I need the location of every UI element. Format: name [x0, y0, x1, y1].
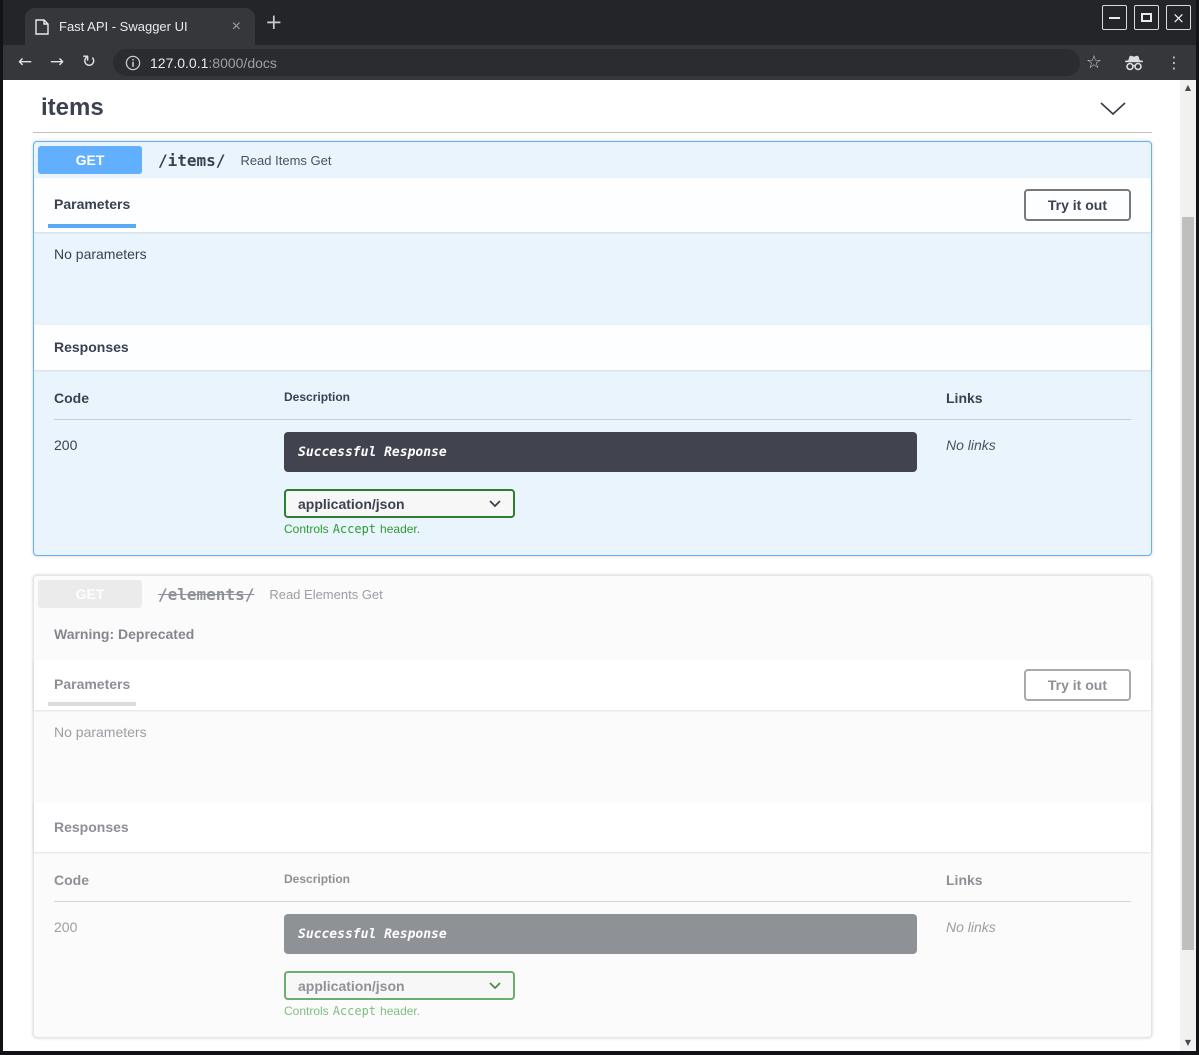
titlebar: Fast API - Swagger UI × + ×: [3, 0, 1196, 45]
minimize-icon: [1109, 17, 1120, 19]
response-description-cell: Successful Response application/json Con…: [284, 432, 946, 536]
response-row-200: 200 Successful Response application/json…: [54, 420, 1131, 536]
accept-note-suffix: header.: [380, 1004, 420, 1018]
new-tab-button[interactable]: +: [265, 10, 283, 34]
close-button[interactable]: ×: [1166, 5, 1191, 30]
response-row-200: 200 Successful Response application/json…: [54, 902, 1131, 1018]
response-links: No links: [946, 432, 1131, 536]
tab-close-icon[interactable]: ×: [228, 17, 245, 37]
url-host: 127.0.0.1: [150, 55, 208, 71]
accept-note-prefix: Controls: [284, 522, 329, 536]
operation-path: /elements/: [158, 585, 254, 604]
section-divider: [33, 132, 1152, 133]
opblock-get-elements-deprecated: GET /elements/ Read Elements Get Warning…: [33, 575, 1152, 1038]
back-button[interactable]: ←: [9, 54, 41, 71]
response-description-box: Successful Response: [284, 914, 917, 954]
response-description-cell: Successful Response application/json Con…: [284, 914, 946, 1018]
close-icon: ×: [1172, 9, 1185, 27]
swagger-content: items GET /items/ Read Items Get Paramet…: [33, 80, 1152, 1038]
browser-menu-icon[interactable]: ⋮: [1166, 53, 1182, 72]
opblock-get-items: GET /items/ Read Items Get Parameters Tr…: [33, 141, 1152, 556]
minimize-button[interactable]: [1102, 5, 1127, 30]
document-icon: [35, 19, 49, 35]
response-code: 200: [54, 914, 284, 1018]
toolbar-right: ☆ ⋮: [1086, 45, 1182, 80]
column-header-links: Links: [946, 390, 1131, 419]
column-header-description: Description: [284, 390, 946, 419]
browser-toolbar: ← → ↻ 127.0.0.1:8000/docs ☆ ⋮: [3, 45, 1196, 80]
deprecation-warning: Warning: Deprecated: [34, 612, 1151, 660]
column-header-code: Code: [54, 872, 284, 901]
accept-note-suffix: header.: [380, 522, 420, 536]
scrollbar-thumb[interactable]: [1182, 217, 1194, 950]
responses-table-head: Code Description Links: [54, 872, 1131, 901]
try-it-out-button[interactable]: Try it out: [1024, 669, 1131, 701]
select-chevron-icon: [489, 500, 501, 507]
responses-body: Code Description Links 200 Successful Re…: [34, 852, 1151, 1037]
reload-button[interactable]: ↻: [73, 54, 105, 71]
tab-parameters[interactable]: Parameters: [54, 196, 130, 214]
responses-header: Responses: [34, 802, 1151, 852]
no-parameters-text: No parameters: [34, 710, 1151, 802]
response-description-text: Successful Response: [298, 445, 447, 460]
operation-description: Read Elements Get: [269, 587, 382, 602]
select-chevron-icon: [489, 982, 501, 989]
response-description-text: Successful Response: [298, 927, 447, 942]
try-it-out-button[interactable]: Try it out: [1024, 189, 1131, 221]
column-header-links: Links: [946, 872, 1131, 901]
forward-button[interactable]: →: [41, 54, 73, 71]
page-content: items GET /items/ Read Items Get Paramet…: [3, 80, 1196, 1051]
window-controls: ×: [1102, 5, 1191, 30]
media-type-select[interactable]: application/json: [284, 971, 515, 1000]
method-badge: GET: [38, 580, 142, 608]
column-header-code: Code: [54, 390, 284, 419]
parameters-header: Parameters Try it out: [34, 178, 1151, 232]
scroll-up-icon[interactable]: ▲: [1180, 82, 1196, 94]
operation-summary[interactable]: GET /elements/ Read Elements Get: [34, 576, 1151, 612]
tab-title: Fast API - Swagger UI: [59, 19, 228, 34]
maximize-button[interactable]: [1134, 5, 1159, 30]
tab-parameters[interactable]: Parameters: [54, 676, 130, 694]
accept-header-note: Controls Accept header.: [284, 1004, 946, 1018]
responses-table-head: Code Description Links: [54, 390, 1131, 419]
media-type-value: application/json: [298, 978, 405, 994]
accept-header-note: Controls Accept header.: [284, 522, 946, 536]
bookmark-star-icon[interactable]: ☆: [1086, 52, 1102, 73]
accept-note-code: Accept: [333, 1004, 376, 1018]
no-parameters-text: No parameters: [34, 232, 1151, 325]
maximize-icon: [1141, 13, 1152, 22]
page-info-icon[interactable]: [125, 55, 141, 71]
method-badge: GET: [38, 146, 142, 174]
chevron-down-icon[interactable]: [1100, 102, 1126, 115]
active-tab-underline: [48, 702, 136, 706]
active-tab-underline: [48, 224, 136, 228]
operation-description: Read Items Get: [240, 153, 331, 168]
parameters-label: Parameters: [54, 676, 130, 692]
scroll-down-icon[interactable]: ▼: [1180, 1037, 1196, 1049]
url-path: :8000/docs: [208, 55, 277, 71]
operation-path: /items/: [158, 151, 225, 170]
incognito-icon[interactable]: [1122, 55, 1146, 71]
operation-summary[interactable]: GET /items/ Read Items Get: [34, 142, 1151, 178]
responses-body: Code Description Links 200 Successful Re…: [34, 370, 1151, 555]
parameters-label: Parameters: [54, 196, 130, 212]
accept-note-prefix: Controls: [284, 1004, 329, 1018]
url-text: 127.0.0.1:8000/docs: [150, 55, 277, 71]
browser-tab[interactable]: Fast API - Swagger UI ×: [25, 8, 255, 45]
column-header-description: Description: [284, 872, 946, 901]
address-bar[interactable]: 127.0.0.1:8000/docs: [113, 49, 1080, 76]
responses-header: Responses: [34, 325, 1151, 370]
tag-section-header[interactable]: items: [33, 80, 1152, 122]
response-description-box: Successful Response: [284, 432, 917, 472]
section-title: items: [41, 94, 104, 122]
media-type-value: application/json: [298, 496, 405, 512]
vertical-scrollbar[interactable]: ▲ ▼: [1180, 80, 1196, 1051]
response-links: No links: [946, 914, 1131, 1018]
browser-window: Fast API - Swagger UI × + × ← → ↻ 127.0.…: [0, 0, 1199, 1055]
accept-note-code: Accept: [333, 522, 376, 536]
response-code: 200: [54, 432, 284, 536]
parameters-header: Parameters Try it out: [34, 660, 1151, 710]
media-type-select[interactable]: application/json: [284, 489, 515, 518]
